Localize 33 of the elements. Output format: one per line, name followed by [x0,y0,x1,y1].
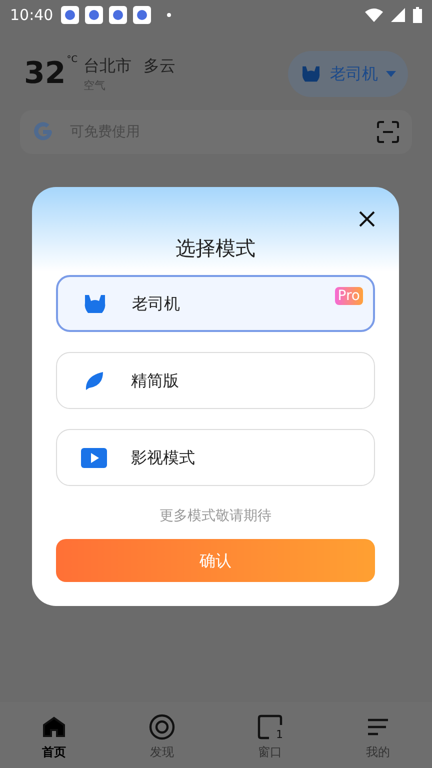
city-name: 台北市 [84,54,132,77]
home-icon [42,716,66,738]
pro-badge: Pro [334,287,363,305]
window-count: 1 [276,726,283,742]
mode-option[interactable]: 影视模式 [56,429,375,486]
status-time: 10:40 [10,4,54,26]
weather-condition: 多云 [144,54,176,77]
leaf-icon [83,370,105,392]
nav-tab[interactable]: 1 窗口 [235,713,305,761]
more-modes-note: 更多模式敬请期待 [160,507,272,526]
mode-option[interactable]: 老司机 Pro [56,275,375,332]
signal-icon [391,8,405,22]
notification-icon [61,6,80,24]
g-logo-icon [32,121,54,143]
menu-icon [366,717,390,737]
temperature-unit: °C [66,54,78,67]
confirm-button[interactable]: 确认 [56,539,375,582]
close-icon [359,211,375,227]
notification-icon [109,6,128,24]
mode-option[interactable]: 精简版 [56,352,375,409]
temperature: 32 [24,59,66,89]
nav-tab[interactable]: 发现 [127,713,197,761]
play-icon [81,448,107,468]
caret-icon [386,71,396,77]
notification-icon [133,6,152,24]
wifi-icon [365,8,383,22]
scan-icon [376,120,400,144]
target-icon [149,714,175,740]
battery-icon [413,7,422,23]
notification-icon [85,6,104,24]
dialog-title: 选择模式 [176,235,256,262]
nav-tab[interactable]: 首页 [19,713,89,761]
nav-tab[interactable]: 我的 [343,713,413,761]
